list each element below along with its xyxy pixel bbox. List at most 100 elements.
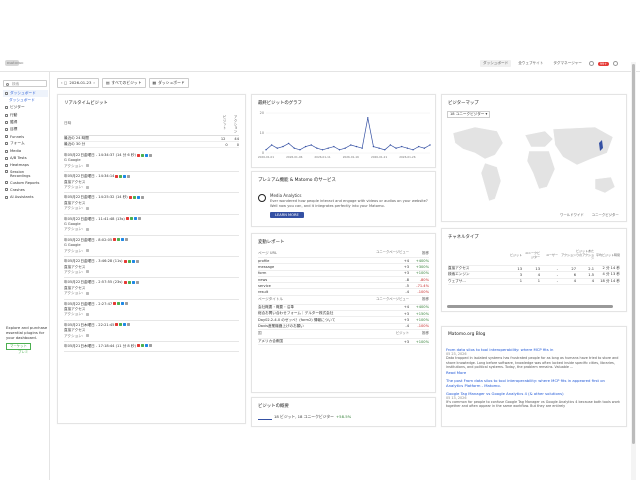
- sidebar-item[interactable]: Crashes: [3, 186, 48, 193]
- visit-entry[interactable]: 年05月22日金曜日 - 11:41:48 (13s) G Google アクション…: [64, 215, 239, 236]
- visit-entry[interactable]: 年05月22日金曜日 - 14:34:37 (14 分 6 秒) G Google…: [64, 151, 239, 173]
- visit-entry[interactable]: 年05月22日金曜日 - 2:27:47 直接アクセス アクション:: [64, 300, 239, 321]
- data-point[interactable]: [361, 147, 363, 149]
- map-metric-select[interactable]: 18 ユニークビジター ▾: [447, 111, 491, 118]
- visit-entry[interactable]: 年05月22日金曜日 - 3:46:28 (11s) 直接アクセス アクション:: [64, 257, 239, 279]
- column-header[interactable]: ユニークビジター: [522, 251, 540, 259]
- marketplace-button[interactable]: マーケット: [6, 342, 31, 350]
- column-header[interactable]: ビジットあたりのアクション: [576, 250, 594, 260]
- sidebar-item[interactable]: フォーム: [3, 140, 48, 147]
- world-map[interactable]: [445, 121, 625, 205]
- sidebar-item[interactable]: AI Assistants: [3, 193, 48, 200]
- data-point[interactable]: [310, 144, 312, 146]
- column-header[interactable]: アクション: [558, 253, 576, 257]
- sidebar-item[interactable]: Media: [3, 148, 48, 155]
- sidebar-item[interactable]: 行動: [3, 112, 48, 119]
- map-metric-footer[interactable]: ユニークビジター: [592, 212, 619, 217]
- data-point[interactable]: [389, 144, 392, 146]
- search-input[interactable]: 検索: [3, 80, 47, 87]
- data-point[interactable]: [276, 147, 279, 149]
- cell-value: +3: [403, 339, 409, 344]
- data-point[interactable]: [282, 145, 284, 148]
- notification-badge[interactable]: 99+: [597, 61, 609, 66]
- sidebar-item[interactable]: Funnels: [3, 133, 48, 140]
- action-icon[interactable]: [86, 227, 89, 231]
- data-point[interactable]: [350, 144, 352, 146]
- visit-entry[interactable]: 年05月21日木曜日 - 17:18:44 (11 分 8 秒): [64, 342, 239, 353]
- data-point[interactable]: [395, 147, 397, 149]
- user-icon[interactable]: [613, 61, 618, 66]
- learn-more-button[interactable]: LEARN MORE: [270, 212, 304, 218]
- data-point[interactable]: [417, 145, 420, 148]
- sidebar-item[interactable]: 獲得: [3, 119, 48, 126]
- data-point[interactable]: [321, 149, 324, 151]
- action-icon[interactable]: [86, 185, 89, 189]
- map-region-select[interactable]: ワールドワイド: [560, 212, 584, 217]
- dashboard-menu-button[interactable]: ▦ ダッシュボード: [148, 78, 189, 88]
- data-point[interactable]: [367, 117, 369, 119]
- action-icon[interactable]: [86, 270, 89, 274]
- table-row[interactable]: アメリカ合衆国 +3 +100%: [258, 339, 429, 346]
- data-point[interactable]: [333, 145, 335, 148]
- data-point[interactable]: [265, 149, 267, 151]
- data-point[interactable]: [344, 147, 346, 149]
- horizontal-scrollbar[interactable]: [447, 305, 613, 308]
- action-icon[interactable]: [86, 249, 89, 253]
- sidebar-item[interactable]: 目標: [3, 126, 48, 133]
- visit-entry[interactable]: 年05月22日金曜日 - 2:57:55 (23s) 直接アクセス アクション:: [64, 278, 239, 300]
- data-point[interactable]: [423, 147, 426, 149]
- data-point[interactable]: [412, 149, 414, 151]
- visit-entry[interactable]: 年05月22日金曜日 - 14:25:32 (14 秒) 直接アクセス アクション:: [64, 193, 239, 215]
- column-header[interactable]: ユーザー: [540, 253, 558, 257]
- data-point[interactable]: [316, 147, 318, 149]
- data-point[interactable]: [378, 147, 380, 149]
- data-point[interactable]: [338, 149, 341, 151]
- nav-all-websites[interactable]: 全ウェブサイト: [515, 60, 546, 67]
- visit-entry[interactable]: 年05月21日木曜日 - 22:21:45 直接アクセス アクション:: [64, 321, 239, 342]
- action-icon[interactable]: [86, 164, 89, 168]
- column-header[interactable]: ビジット: [504, 253, 522, 257]
- read-more-link[interactable]: Read More: [446, 370, 620, 375]
- data-point[interactable]: [304, 145, 307, 148]
- matomo-logo[interactable]: matomo: [5, 59, 23, 67]
- cell-change: +100%: [415, 339, 429, 344]
- visit-entry[interactable]: 年05月22日金曜日 - 8:02:05 G Google アクション:: [64, 236, 239, 258]
- data-point[interactable]: [299, 149, 301, 151]
- data-point[interactable]: [327, 147, 329, 149]
- data-point[interactable]: [429, 144, 431, 146]
- data-point[interactable]: [401, 145, 403, 148]
- channel-metric: 3: [519, 272, 522, 277]
- sidebar-item[interactable]: Heatmaps: [3, 162, 48, 169]
- blog-post-title[interactable]: The post From data silos to tool interop…: [446, 378, 620, 388]
- action-icon[interactable]: [86, 312, 89, 316]
- action-icon[interactable]: [86, 334, 89, 338]
- nav-tag-manager[interactable]: タグマネージャー: [550, 60, 585, 67]
- action-icon[interactable]: [86, 206, 89, 210]
- nav-dashboard[interactable]: ダッシュボード: [480, 60, 512, 67]
- column-header[interactable]: 平均ビジット時間: [594, 253, 620, 257]
- sidebar-item[interactable]: ビジター: [3, 104, 48, 111]
- sidebar-item[interactable]: ダッシュボード: [3, 97, 48, 104]
- date-picker-button[interactable]: ‹ ▢ 2026-01-23 ›: [57, 78, 99, 88]
- sidebar-item[interactable]: Session Recordings: [3, 169, 48, 179]
- sidebar-item[interactable]: ダッシュボード: [3, 90, 48, 98]
- table-row[interactable]: ウェブサ... 1 1 - 4 4 18 分 14 秒: [448, 279, 620, 285]
- data-point[interactable]: [355, 145, 358, 148]
- data-point[interactable]: [287, 142, 290, 145]
- data-point[interactable]: [406, 147, 409, 149]
- data-point[interactable]: [384, 149, 386, 151]
- data-point[interactable]: [293, 147, 295, 149]
- data-point[interactable]: [270, 144, 273, 146]
- data-point[interactable]: [372, 145, 375, 148]
- visitor-attribute-icon: [128, 195, 132, 199]
- gear-icon[interactable]: [588, 61, 594, 66]
- action-icon[interactable]: [86, 291, 89, 295]
- page-scrollbar-thumb[interactable]: [632, 64, 635, 444]
- sidebar-item[interactable]: A/B Tests: [3, 155, 48, 162]
- cell-label: ページ URL: [258, 250, 277, 255]
- top-nav: ダッシュボード 全ウェブサイト タグマネージャー 99+: [480, 60, 618, 67]
- table-header: ページ URL ユニークページビュー 推移: [258, 249, 429, 258]
- sidebar-item[interactable]: Custom Reports: [3, 179, 48, 186]
- visit-entry[interactable]: 年05月22日金曜日 - 14:34:14 直接アクセス アクション:: [64, 172, 239, 194]
- segment-button[interactable]: ▤ すべてのビジット: [101, 78, 146, 88]
